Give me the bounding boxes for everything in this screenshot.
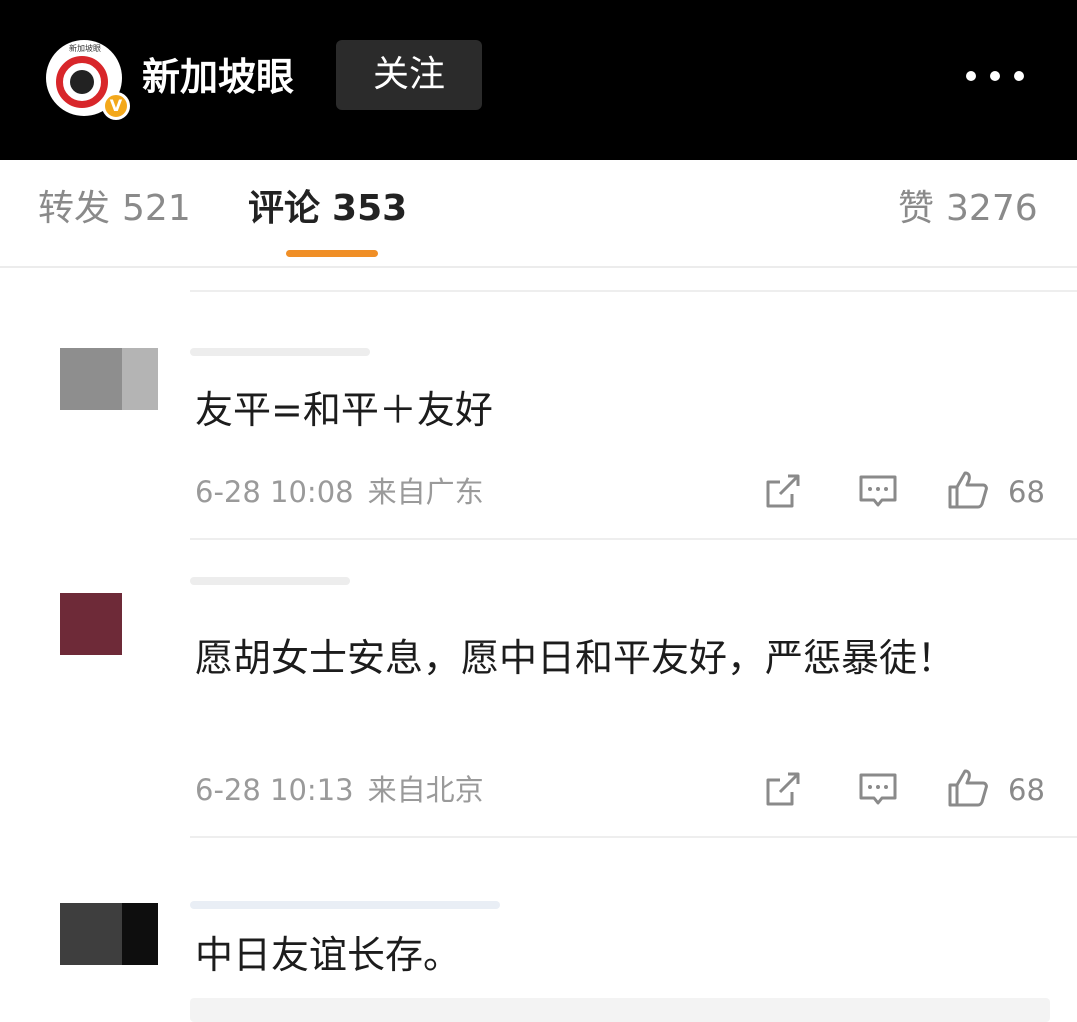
follow-button[interactable]: 关注 xyxy=(336,40,482,110)
commenter-name-blurred[interactable] xyxy=(190,577,350,585)
account-name[interactable]: 新加坡眼 xyxy=(142,50,294,104)
comment-time: 6-28 10:08 xyxy=(195,475,354,509)
reply-comment-icon[interactable] xyxy=(856,768,900,812)
tab-reposts-label: 转发 xyxy=(38,188,111,229)
more-dots-icon xyxy=(990,71,1000,81)
commenter-avatar-blurred[interactable] xyxy=(60,903,158,965)
tab-reposts-count: 521 xyxy=(122,188,191,229)
comment-text: 愿胡女士安息，愿中日和平友好，严惩暴徒！ xyxy=(195,636,956,680)
avatar-blur-block xyxy=(122,348,158,410)
active-tab-indicator xyxy=(286,250,378,257)
tab-comments[interactable]: 评论 353 xyxy=(248,184,407,234)
avatar-blur-block xyxy=(122,903,158,965)
tab-likes-count: 3276 xyxy=(946,188,1038,229)
share-icon[interactable] xyxy=(760,768,804,812)
divider xyxy=(190,290,1077,292)
divider xyxy=(190,836,1077,838)
share-icon[interactable] xyxy=(760,470,804,514)
tab-likes-label: 赞 xyxy=(898,188,935,229)
comment-time: 6-28 10:13 xyxy=(195,773,354,807)
like-thumb-icon[interactable] xyxy=(946,468,990,512)
post-header: 新加坡眼 V 新加坡眼 关注 xyxy=(0,0,1077,160)
like-count: 68 xyxy=(1008,773,1045,807)
divider xyxy=(190,538,1077,540)
comment-meta: 6-28 10:13 来自北京 xyxy=(195,770,484,810)
tab-reposts[interactable]: 转发 521 xyxy=(38,184,191,234)
comment-item: 友平=和平＋友好 6-28 10:08 来自广东 68 xyxy=(0,330,1077,540)
commenter-avatar-blurred[interactable] xyxy=(60,593,122,655)
more-dots-icon xyxy=(1014,71,1024,81)
like-count: 68 xyxy=(1008,475,1045,509)
avatar-logo-core xyxy=(70,70,94,94)
account-avatar[interactable]: 新加坡眼 V xyxy=(46,40,130,120)
reply-comment-icon[interactable] xyxy=(856,470,900,514)
commenter-name-blurred[interactable] xyxy=(190,348,370,356)
comment-item: 愿胡女士安息，愿中日和平友好，严惩暴徒！ 6-28 10:13 来自北京 68 xyxy=(0,575,1077,837)
comment-text: 中日友谊长存。 xyxy=(195,933,462,977)
avatar-blur-block xyxy=(60,593,122,655)
like-thumb-icon[interactable] xyxy=(946,766,990,810)
commenter-name-blurred[interactable] xyxy=(190,901,500,909)
commenter-avatar-blurred[interactable] xyxy=(60,348,158,410)
comment-text: 友平=和平＋友好 xyxy=(195,388,493,432)
avatar-blur-block xyxy=(60,903,122,965)
more-dots-icon xyxy=(966,71,976,81)
tab-comments-label: 评论 xyxy=(248,188,321,229)
next-comment-blurred xyxy=(190,998,1050,1022)
interaction-tabs: 转发 521 评论 353 赞 3276 xyxy=(0,160,1077,268)
tab-comments-count: 353 xyxy=(332,188,408,229)
avatar-logo-text: 新加坡眼 xyxy=(69,44,101,53)
more-options-button[interactable] xyxy=(962,48,1028,102)
comment-location: 来自北京 xyxy=(367,773,484,807)
tab-likes[interactable]: 赞 3276 xyxy=(898,184,1038,234)
verified-badge-icon: V xyxy=(102,92,130,120)
comment-location: 来自广东 xyxy=(367,475,484,509)
comment-meta: 6-28 10:08 来自广东 xyxy=(195,472,484,512)
avatar-blur-block xyxy=(60,348,122,410)
